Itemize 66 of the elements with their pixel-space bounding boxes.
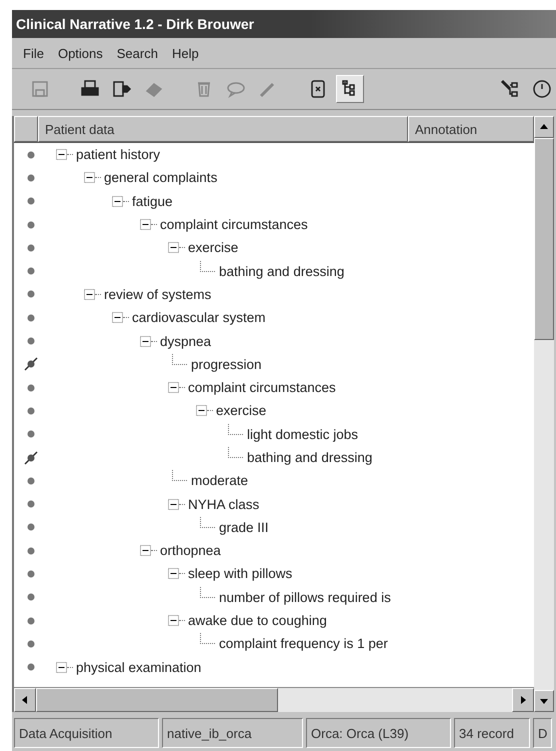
right-arrow-icon: [520, 696, 526, 704]
tree-item[interactable]: bathing and dressing: [247, 450, 372, 465]
collapse-icon[interactable]: [84, 288, 95, 300]
collapse-icon[interactable]: [168, 242, 179, 254]
vertical-scrollbar[interactable]: [534, 116, 554, 712]
scroll-right-button[interactable]: [512, 688, 534, 712]
scroll-down-button[interactable]: [534, 690, 554, 712]
tree-item[interactable]: progression: [191, 356, 262, 372]
status-panel: Orca: Orca (L39): [306, 718, 451, 748]
tree-item[interactable]: complaint circumstances: [160, 217, 308, 232]
menu-item[interactable]: Search: [112, 44, 163, 62]
tree-item[interactable]: exercise: [188, 240, 238, 256]
horizontal-scrollbar[interactable]: [14, 687, 534, 712]
status-panel: Data Acquisition: [14, 718, 159, 748]
tree-item[interactable]: cardiovascular system: [132, 310, 266, 326]
status-panel: 34 record: [454, 718, 530, 748]
printer-icon: [80, 79, 100, 99]
tree-item[interactable]: review of systems: [104, 286, 212, 302]
tree-item[interactable]: physical examination: [76, 660, 202, 675]
tree-item[interactable]: bathing and dressing: [219, 264, 344, 279]
status-panel: native_ib_orca: [162, 718, 303, 748]
tree-item[interactable]: awake due to coughing: [188, 613, 327, 628]
tree-item[interactable]: fatigue: [132, 194, 173, 209]
collapse-icon[interactable]: [140, 219, 151, 230]
toolbar-button[interactable]: [336, 75, 364, 103]
left-arrow-icon: [22, 696, 28, 704]
tree-item[interactable]: number of pillows required is: [219, 590, 391, 605]
tree-item[interactable]: moderate: [191, 473, 248, 488]
collapse-icon[interactable]: [84, 172, 95, 184]
column-header[interactable]: Annotation: [408, 116, 534, 142]
collapse-icon[interactable]: [168, 382, 179, 394]
collapse-icon[interactable]: [168, 568, 179, 580]
tree-item[interactable]: sleep with pillows: [188, 566, 292, 582]
column-header[interactable]: Patient data: [38, 116, 408, 142]
save-icon: [30, 79, 50, 99]
tree-item[interactable]: complaint frequency is 1 per: [219, 636, 388, 652]
tree-item[interactable]: orthopnea: [160, 543, 221, 558]
tree-item[interactable]: grade III: [219, 520, 269, 535]
down-arrow-icon: [540, 698, 548, 704]
status-panel: D: [533, 718, 552, 748]
collapse-icon[interactable]: [168, 615, 179, 626]
scroll-left-button[interactable]: [14, 688, 36, 712]
collapse-icon[interactable]: [140, 336, 151, 347]
tree-item[interactable]: general complaints: [104, 170, 218, 186]
collapse-icon[interactable]: [56, 662, 67, 673]
window-title: Clinical Narrative 1.2 - Dirk Brouwer: [16, 16, 254, 32]
collapse-icon[interactable]: [140, 545, 151, 556]
tree-item[interactable]: complaint circumstances: [188, 380, 336, 396]
hierarchy-icon: [500, 79, 520, 99]
menu-item[interactable]: Help: [166, 44, 204, 62]
export-icon: [112, 79, 132, 99]
tree-item[interactable]: NYHA class: [188, 496, 260, 512]
menu-item[interactable]: File: [18, 44, 49, 62]
collapse-icon[interactable]: [56, 149, 67, 160]
tree-item[interactable]: exercise: [216, 403, 266, 418]
menu-item[interactable]: Options: [52, 44, 108, 62]
tree-item[interactable]: light domestic jobs: [247, 426, 358, 442]
clock-icon: [532, 79, 552, 99]
tree-item[interactable]: dyspnea: [160, 334, 212, 349]
collapse-icon[interactable]: [112, 196, 123, 207]
collapse-icon[interactable]: [168, 498, 179, 510]
scroll-up-button[interactable]: [534, 116, 554, 138]
collapse-icon[interactable]: [112, 312, 123, 324]
tree-item[interactable]: patient history: [76, 147, 160, 162]
up-arrow-icon: [540, 124, 548, 130]
collapse-icon[interactable]: [196, 405, 207, 416]
